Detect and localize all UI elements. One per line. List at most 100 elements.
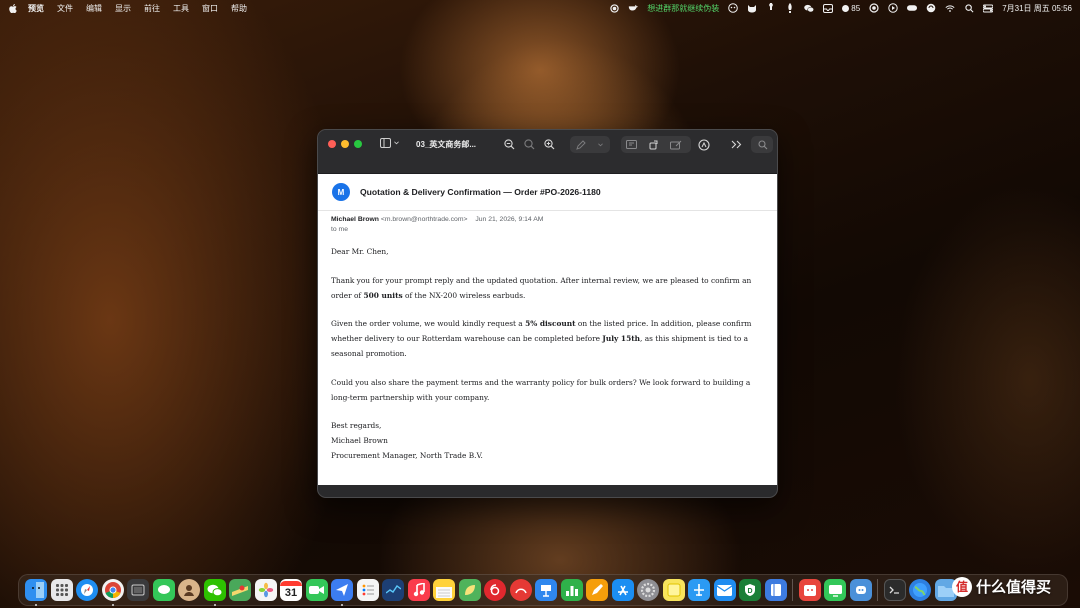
wifi-icon[interactable] [945, 3, 955, 13]
book-icon [770, 584, 781, 596]
mind-map-icon [514, 588, 527, 594]
datetime[interactable]: 7月31日 周五 05:56 [1002, 3, 1072, 14]
message-bubble-icon [157, 585, 170, 594]
sign-button[interactable] [669, 138, 682, 151]
sidebar-toggle-button[interactable] [380, 138, 399, 148]
watermark: 值 什么值得买 [952, 576, 1051, 597]
list-icon [362, 584, 374, 596]
menu-view[interactable]: 显示 [115, 3, 131, 14]
markup-menu-button[interactable] [594, 138, 607, 151]
dock-airmail[interactable] [713, 579, 736, 601]
menu-preview[interactable]: 预览 [28, 3, 44, 14]
search-icon [757, 139, 767, 149]
dock-numbers[interactable] [560, 579, 583, 601]
email-subject: Quotation & Delivery Confirmation — Orde… [360, 187, 601, 197]
device-icon [131, 584, 145, 596]
close-button[interactable] [328, 140, 336, 148]
menu-window[interactable]: 窗口 [202, 3, 218, 14]
markup-toolbar-button[interactable] [697, 138, 710, 151]
dock-system-preferences[interactable] [637, 579, 659, 601]
email-date: Jun 21, 2026, 9:14 AM [475, 216, 544, 223]
textbox-icon [626, 140, 637, 149]
dock-stocks[interactable] [382, 579, 404, 601]
dock-safari[interactable] [76, 579, 98, 601]
search-button[interactable] [756, 138, 769, 151]
markup-pen-button[interactable] [574, 138, 587, 151]
zoom-out-button[interactable] [503, 138, 516, 151]
email-document: M Quotation & Delivery Confirmation — Or… [318, 174, 777, 485]
dock-paper-plane[interactable] [331, 579, 353, 606]
bulb-icon[interactable] [869, 3, 879, 13]
dock-pomodoro[interactable] [798, 579, 821, 601]
dock-stickies[interactable] [662, 579, 685, 601]
sync-icon[interactable] [926, 3, 936, 13]
pin-icon[interactable] [766, 3, 776, 13]
zoom-fit-button[interactable] [523, 138, 536, 151]
dock-screens[interactable] [824, 579, 846, 601]
dock-contacts[interactable] [178, 579, 200, 601]
control-center-icon[interactable] [983, 3, 994, 13]
dock-testflight[interactable] [688, 579, 710, 601]
dock-dictionary[interactable] [764, 579, 787, 601]
dock-finder[interactable] [25, 579, 47, 606]
dock-reader[interactable] [458, 579, 481, 601]
wechat-status-icon[interactable] [728, 3, 739, 13]
sender-email: <m.brown@northtrade.com> [380, 216, 468, 223]
terminal-icon [889, 586, 899, 594]
markup-circle-icon [697, 138, 710, 151]
dock-app-store[interactable] [611, 579, 634, 601]
app-store-icon [617, 585, 628, 596]
minimize-button[interactable] [341, 140, 349, 148]
rocket-icon[interactable] [785, 3, 795, 13]
dock-wechat[interactable] [203, 579, 226, 606]
zoom-in-button[interactable] [543, 138, 556, 151]
dock-maps[interactable] [229, 579, 251, 601]
airplane-icon [694, 584, 704, 596]
rotate-button[interactable] [647, 138, 660, 151]
sticky-note-icon [667, 583, 680, 597]
dock-mindnode[interactable] [509, 579, 532, 601]
record-icon[interactable] [609, 3, 619, 13]
dock-photos[interactable] [254, 579, 277, 601]
sidebar-icon [380, 138, 391, 148]
menu-tools[interactable]: 工具 [173, 3, 189, 14]
dock-music[interactable] [407, 579, 430, 601]
dock-messages[interactable] [152, 579, 175, 601]
zoom-out-icon [504, 139, 515, 150]
dock-keynote[interactable] [535, 579, 557, 601]
apple-menu-icon[interactable] [8, 3, 18, 13]
dock-facetime[interactable] [305, 579, 328, 601]
signature-title: Procurement Manager, North Trade B.V. [331, 450, 483, 460]
menu-file[interactable]: 文件 [57, 3, 73, 14]
dock-calendar[interactable]: 31 [280, 579, 302, 601]
dock-guard[interactable]: D [739, 579, 761, 601]
tray-icon[interactable] [823, 3, 834, 13]
dock-globe[interactable] [909, 579, 931, 601]
menu-help[interactable]: 帮助 [231, 3, 247, 14]
redact-button[interactable] [625, 138, 638, 151]
dock-reminders[interactable] [356, 579, 379, 601]
menu-edit[interactable]: 编辑 [86, 3, 102, 14]
play-icon[interactable] [888, 3, 898, 13]
notification-count[interactable]: 85 [842, 4, 860, 13]
dock-notes[interactable] [433, 579, 455, 601]
dock-vpn[interactable] [849, 579, 872, 601]
dock-chrome[interactable] [101, 579, 124, 606]
window-titlebar[interactable]: 03_英文商务邮... [318, 130, 777, 174]
dock-terminal[interactable] [883, 579, 906, 601]
dock-ipad-mirror[interactable] [127, 579, 149, 601]
docker-icon[interactable] [628, 3, 639, 13]
zoom-button[interactable] [354, 140, 362, 148]
dock-pages[interactable] [586, 579, 608, 601]
cat-icon[interactable] [747, 3, 757, 13]
search-icon[interactable] [964, 3, 974, 13]
robot-icon [855, 586, 866, 594]
more-tools-button[interactable] [730, 138, 743, 151]
game-icon[interactable] [907, 3, 918, 13]
dock-launchpad[interactable] [50, 579, 73, 601]
menu-go[interactable]: 前往 [144, 3, 160, 14]
svg-text:D: D [747, 588, 752, 595]
dock-netease-music[interactable] [484, 579, 506, 601]
wechat-icon[interactable] [804, 3, 815, 13]
gear-icon [640, 582, 656, 598]
